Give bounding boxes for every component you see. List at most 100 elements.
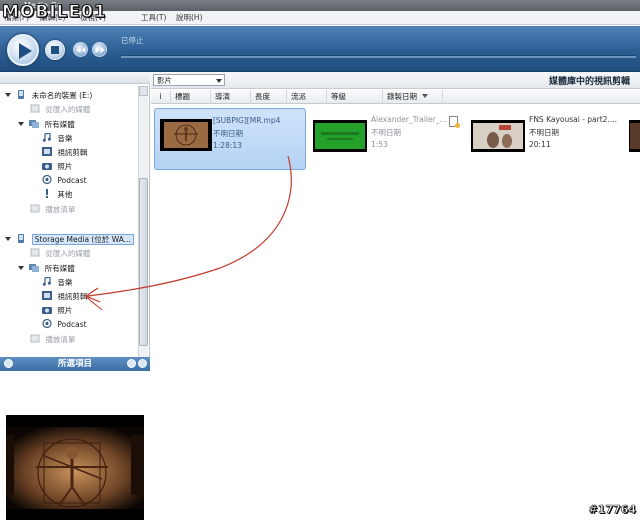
sidebar-item-photo[interactable]: 照片 [42,160,72,173]
video-tile-2-text: Alexander_Trailer_... 不明日期 1:53 [371,114,447,152]
sidebar-item-video[interactable]: 視訊剪輯 [42,146,87,159]
green-screen-thumbnail-image [313,120,367,152]
other-label: 其他 [57,190,73,199]
playback-status: 已停止 [121,36,144,45]
video-thumbnail-4 [629,120,640,152]
device2-label: Storage Media (位於 WA... [31,234,134,245]
device1-label: 未命名的裝置 (E:) [31,91,93,100]
music-note-icon [42,277,51,286]
music-label: 音樂 [57,134,73,143]
sidebar-scrollbar[interactable] [138,86,148,368]
column-title[interactable]: 標題 [171,90,211,104]
video-preview [6,415,144,520]
sidebar-item-podcast[interactable]: Podcast [42,174,87,187]
media-library-icon [29,120,40,128]
sidebar-item-import-2[interactable]: 從匯入的媒體 [30,247,90,260]
file-icon [449,116,460,128]
podcast-label: Podcast [57,320,87,329]
collapse-icon[interactable] [4,359,13,368]
column-header-bar: i 標題 導演 長度 流派 等級 錄製日期 [151,90,640,104]
sidebar-item-all-media-2[interactable]: 所有媒體 [18,262,75,275]
view-type-select[interactable]: 影片 [153,74,225,86]
all-media-label: 所有媒體 [44,120,75,129]
column-info[interactable]: i [151,90,171,104]
playlist-icon [30,334,40,343]
device-tree: 未命名的裝置 (E:) 從匯入的媒體 所有媒體 音樂 視訊剪輯 照片 Podca… [0,86,138,364]
video-tile-2[interactable]: Alexander_Trailer_... 不明日期 1:53 [311,108,461,170]
sidebar-item-video-2[interactable]: 視訊剪輯 [42,290,87,303]
post-number-stamp: #17764 [588,503,636,517]
video-tile-4-partial[interactable] [627,108,640,170]
import-icon [30,248,40,257]
stop-button[interactable] [45,40,65,60]
video-date: 不明日期 [213,128,243,138]
video-tile-3[interactable]: FNS Kayousai - part2.... 不明日期 20:11 [469,108,629,170]
sidebar-item-all-media[interactable]: 所有媒體 [18,118,75,131]
chevron-down-icon [216,79,222,83]
sidebar-item-other[interactable]: 其他 [42,188,72,201]
video-thumbnail-image [629,120,640,152]
vitruvian-thumbnail-image [6,415,144,520]
sort-down-icon [422,94,428,98]
selected-items-title: 所選項目 [57,359,92,369]
sidebar: 未命名的裝置 (E:) 從匯入的媒體 所有媒體 音樂 視訊剪輯 照片 Podca… [0,72,150,520]
concert-thumbnail-image [471,120,525,152]
watermark-logo: MOBILE01 [2,2,107,23]
video-tile-1-text: [SUBPIG][MR.mp4 不明日期 1:28:13 [213,115,280,153]
video-duration: 1:53 [371,140,388,149]
menu-tools[interactable]: 工具(T) [141,11,166,25]
music-note-icon [42,133,51,142]
next-button[interactable] [92,42,107,57]
menu-help[interactable]: 說明(H) [176,11,203,25]
column-record-date[interactable]: 錄製日期 [383,90,443,104]
video-tile-1[interactable]: [SUBPIG][MR.mp4 不明日期 1:28:13 [154,108,306,170]
playlist-icon [30,204,40,213]
scroll-up-button[interactable] [139,86,148,96]
play-button[interactable] [7,34,39,66]
sidebar-item-device1[interactable]: 未命名的裝置 (E:) [5,89,92,102]
sidebar-item-playlist-2[interactable]: 播放清單 [30,333,75,346]
video-duration: 1:28:13 [213,141,242,150]
chevron-down-icon[interactable] [18,266,24,270]
scroll-thumb[interactable] [139,178,148,346]
refresh-icon[interactable] [127,359,136,368]
previous-button[interactable] [73,42,88,57]
film-icon [42,291,52,300]
content-toolbar: 影片 媒體庫中的視訊剪輯 [151,72,640,89]
video-thumbnail-1 [160,119,212,151]
sidebar-item-music[interactable]: 音樂 [42,132,72,145]
sidebar-item-photo-2[interactable]: 照片 [42,304,72,317]
device-icon [18,90,25,99]
sidebar-item-playlist[interactable]: 播放清單 [30,203,75,216]
sidebar-item-podcast-2[interactable]: Podcast [42,318,87,331]
chevron-down-icon[interactable] [5,237,11,241]
vitruvian-thumbnail-image [160,119,212,151]
video-label: 視訊剪輯 [57,292,88,301]
film-icon [42,147,52,156]
sidebar-header-strip [0,72,150,84]
playlist-label: 播放清單 [45,335,76,344]
column-genre[interactable]: 流派 [287,90,327,104]
import-label: 從匯入的媒體 [45,105,91,114]
sidebar-item-import[interactable]: 從匯入的媒體 [30,103,90,116]
chevron-down-icon[interactable] [18,122,24,126]
import-label: 從匯入的媒體 [45,249,91,258]
video-title: Alexander_Trailer_... [371,115,447,124]
column-director[interactable]: 導演 [211,90,251,104]
seek-bar[interactable] [121,55,636,58]
view-type-value: 影片 [157,76,172,85]
column-record-date-label: 錄製日期 [387,92,417,101]
all-media-label: 所有媒體 [44,264,75,273]
video-thumbnail-3 [471,120,525,152]
photo-label: 照片 [57,306,73,315]
column-length[interactable]: 長度 [251,90,287,104]
video-date: 不明日期 [371,127,401,137]
column-rating[interactable]: 等級 [327,90,383,104]
podcast-icon [42,175,52,184]
storage-device-icon [18,234,25,243]
settings-icon[interactable] [138,359,147,368]
sidebar-item-music-2[interactable]: 音樂 [42,276,72,289]
video-thumbnail-2 [313,120,367,152]
sidebar-item-device2[interactable]: Storage Media (位於 WA... [5,233,134,246]
chevron-down-icon[interactable] [5,93,11,97]
